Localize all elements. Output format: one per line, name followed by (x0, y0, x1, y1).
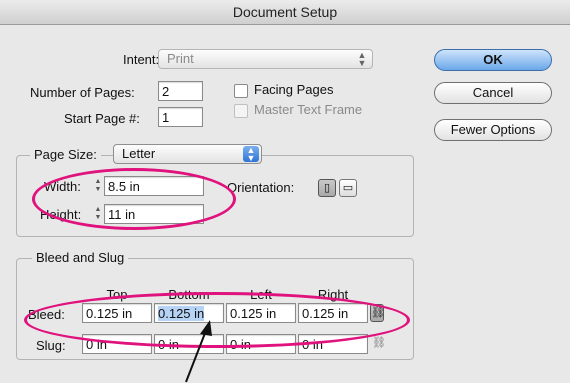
landscape-icon[interactable]: ▭ (339, 179, 357, 197)
start-page-label: Start Page #: (64, 111, 140, 126)
number-of-pages-label: Number of Pages: (30, 85, 135, 100)
fewer-options-button[interactable]: Fewer Options (434, 119, 552, 141)
bleed-label: Bleed: (28, 307, 65, 322)
chain-link-icon[interactable]: ⛓ (370, 304, 385, 322)
bleed-and-slug-title: Bleed and Slug (32, 250, 129, 265)
orientation-label: Orientation: (227, 180, 295, 195)
column-top-label: Top (106, 287, 128, 302)
facing-pages-checkbox[interactable] (234, 84, 248, 98)
column-left-label: Left (250, 287, 272, 302)
updown-arrow-icon: ▲ ▼ (243, 146, 259, 163)
column-bottom-label: Bottom (168, 287, 210, 302)
column-right-label: Right (317, 287, 349, 302)
chain-link-icon[interactable]: ⛓ (372, 336, 386, 352)
width-input[interactable]: 8.5 in (104, 176, 204, 196)
master-text-frame-checkbox[interactable] (234, 104, 248, 118)
slug-label: Slug: (36, 338, 66, 353)
page-size-value: Letter (122, 146, 156, 161)
intent-value: Print (167, 51, 194, 66)
intent-select[interactable]: Print ▲ ▼ (158, 49, 373, 69)
bleed-right-input[interactable]: 0.125 in (298, 303, 368, 323)
ok-button[interactable]: OK (434, 49, 552, 71)
slug-right-input[interactable]: 0 in (298, 334, 368, 354)
height-stepper[interactable]: ▲ ▼ (93, 206, 103, 222)
width-label: Width: (44, 179, 81, 194)
width-stepper[interactable]: ▲ ▼ (93, 178, 103, 194)
facing-pages-label: Facing Pages (254, 82, 334, 97)
page-size-select[interactable]: Letter ▲ ▼ (113, 144, 262, 164)
slug-top-input[interactable]: 0 in (82, 334, 152, 354)
bleed-top-input[interactable]: 0.125 in (82, 303, 152, 323)
start-page-input[interactable]: 1 (158, 107, 203, 127)
window-title: Document Setup (0, 0, 570, 25)
cancel-button[interactable]: Cancel (434, 82, 552, 104)
intent-label: Intent: (123, 52, 160, 67)
height-label: Height: (40, 207, 82, 222)
page-size-label: Page Size: (30, 147, 101, 162)
updown-arrow-icon: ▲ ▼ (357, 50, 367, 68)
number-of-pages-input[interactable]: 2 (158, 81, 203, 101)
slug-left-input[interactable]: 0 in (226, 334, 296, 354)
bleed-left-input[interactable]: 0.125 in (226, 303, 296, 323)
master-text-frame-label: Master Text Frame (254, 102, 363, 117)
portrait-icon[interactable]: ▯ (318, 179, 336, 197)
height-input[interactable]: 11 in (104, 204, 204, 224)
annotation-arrow (185, 320, 212, 383)
